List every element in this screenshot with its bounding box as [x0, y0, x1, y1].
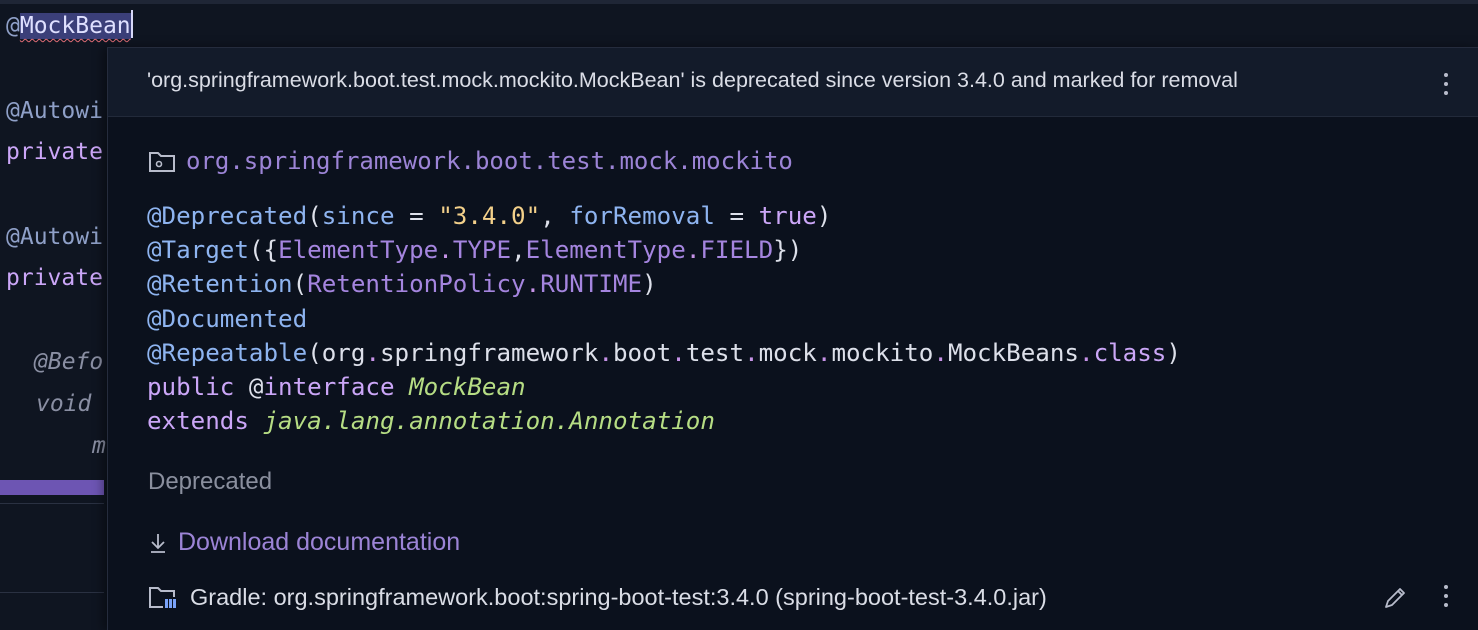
editor-line[interactable]: @Autowi — [6, 222, 103, 252]
editor-line[interactable]: @Befo — [34, 347, 103, 377]
editor-line[interactable]: private — [6, 137, 103, 167]
package-name: org.springframework.boot.test.mock.mocki… — [186, 147, 793, 175]
editor-line[interactable]: m — [92, 431, 106, 461]
editor-line-mockbean[interactable]: @MockBean — [6, 10, 133, 41]
editor-divider — [0, 592, 104, 593]
library-source-row: Gradle: org.springframework.boot:spring-… — [148, 583, 1047, 611]
editor-divider — [0, 503, 104, 504]
download-documentation-link[interactable]: Download documentation — [148, 528, 460, 557]
declaration-signature: @Deprecated(since = "3.4.0", forRemoval … — [147, 202, 1181, 436]
more-vertical-icon[interactable] — [1436, 70, 1456, 100]
download-icon — [151, 533, 165, 553]
folder-icon — [149, 152, 175, 172]
popup-header: 'org.springframework.boot.test.mock.mock… — [108, 48, 1478, 117]
deprecated-label: Deprecated — [148, 468, 273, 495]
edit-button[interactable] — [1380, 583, 1410, 613]
package-row: org.springframework.boot.test.mock.mocki… — [148, 147, 793, 175]
download-documentation-label[interactable]: Download documentation — [178, 528, 460, 557]
editor-line[interactable]: void — [36, 389, 91, 419]
more-vertical-icon[interactable] — [1436, 582, 1456, 612]
editor-top-strip — [0, 0, 1478, 4]
editor-highlight-bar — [0, 480, 104, 495]
library-icon — [149, 587, 176, 609]
text-caret — [130, 10, 133, 38]
documentation-popup: 'org.springframework.boot.test.mock.mock… — [107, 47, 1478, 630]
pencil-icon — [1385, 588, 1405, 608]
editor-line[interactable]: private — [6, 263, 103, 293]
deprecation-message: 'org.springframework.boot.test.mock.mock… — [147, 68, 1238, 92]
annotation-at: @ — [6, 13, 20, 39]
gradle-dependency-label: Gradle: org.springframework.boot:spring-… — [190, 583, 1047, 610]
selected-word[interactable]: MockBean — [19, 13, 131, 39]
editor-line[interactable]: @Autowi — [6, 96, 103, 126]
